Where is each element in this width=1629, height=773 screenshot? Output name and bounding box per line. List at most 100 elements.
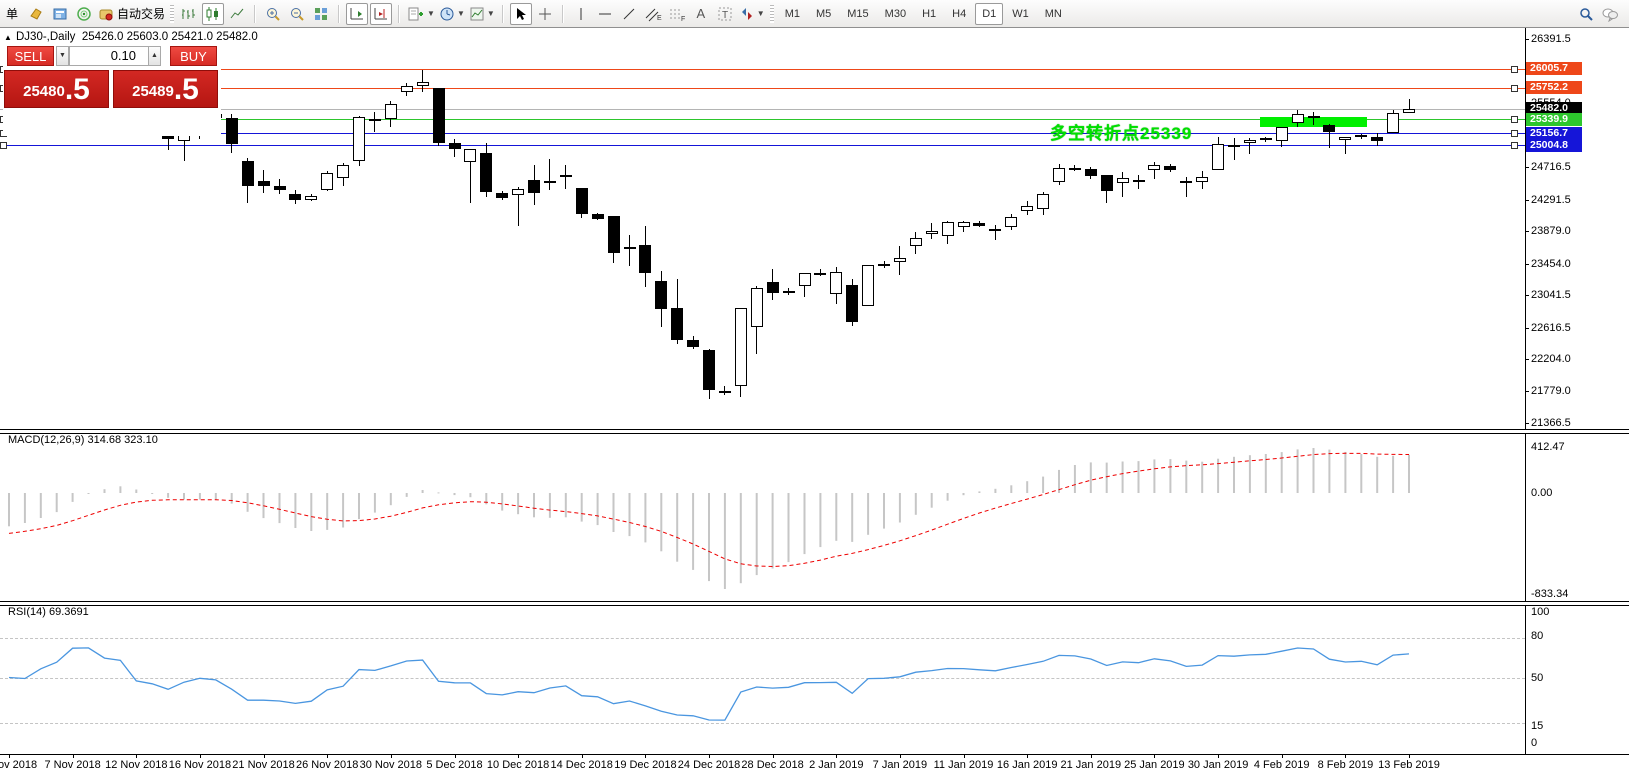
x-tick-mark (455, 754, 456, 758)
x-axis-label: 10 Dec 2018 (487, 759, 549, 771)
buy-price-box[interactable]: 25489.5 (113, 70, 218, 108)
templates-icon[interactable]: ▼ (468, 3, 496, 25)
x-axis-label: 28 Dec 2018 (741, 759, 803, 771)
horizontal-level-line[interactable] (0, 145, 1525, 146)
macd-plot (0, 432, 1525, 601)
macd-histogram-bar (1313, 448, 1315, 493)
macd-histogram-bar (978, 491, 980, 493)
pivot-annotation-text[interactable]: 多空转折点25339 (1050, 119, 1192, 144)
templates-dropdown-arrow[interactable]: ▼ (487, 9, 495, 18)
candle (639, 245, 651, 273)
zoom-in-icon[interactable] (262, 3, 284, 25)
macd-scale-bottom: -833.34 (1531, 588, 1601, 600)
periods-dropdown-arrow[interactable]: ▼ (457, 9, 465, 18)
horizontal-line-icon[interactable] (594, 3, 616, 25)
chart-line-icon[interactable] (226, 3, 248, 25)
collapse-panel-arrow[interactable]: ▲ (4, 33, 12, 42)
line-handle-right[interactable] (1511, 130, 1518, 137)
cursor-icon[interactable] (510, 3, 532, 25)
line-handle-left[interactable] (0, 142, 7, 149)
trendline-icon[interactable] (618, 3, 640, 25)
text-icon[interactable]: A (690, 3, 712, 25)
zoom-out-icon[interactable] (286, 3, 308, 25)
macd-histogram-bar (72, 493, 74, 502)
chat-icon[interactable] (1599, 3, 1621, 25)
arrows-dropdown-arrow[interactable]: ▼ (757, 9, 765, 18)
macd-histogram-bar (581, 493, 583, 522)
timeframe-button-h4[interactable]: H4 (945, 3, 973, 25)
candle (1276, 127, 1288, 141)
indicators-dropdown-arrow[interactable]: ▼ (427, 9, 435, 18)
chart-candles-icon[interactable] (202, 3, 224, 25)
sonar-strategy-icon[interactable] (73, 3, 95, 25)
timeframe-button-m15[interactable]: M15 (840, 3, 875, 25)
line-handle-right[interactable] (1511, 116, 1518, 123)
rsi-scale-100: 100 (1531, 606, 1601, 618)
line-handle-right[interactable] (1511, 66, 1518, 73)
macd-histogram-bar (1010, 485, 1012, 493)
candle (1228, 145, 1240, 147)
ohlc-open: 25426.0 (82, 31, 124, 43)
x-axis-label: 5 Dec 2018 (426, 759, 482, 771)
sell-button[interactable]: SELL (7, 46, 54, 66)
equidistant-channel-icon[interactable]: E (642, 3, 664, 25)
candle (226, 118, 238, 144)
candle (814, 273, 826, 275)
crosshair-icon[interactable] (534, 3, 556, 25)
one-click-trading-panel: SELL ▼ 0.10 ▲ BUY 25480.5 25489.5 (3, 44, 221, 136)
line-handle-right[interactable] (1511, 142, 1518, 149)
fibonacci-icon[interactable]: F (666, 3, 688, 25)
chart-bars-icon[interactable] (178, 3, 200, 25)
timeframe-button-h1[interactable]: H1 (915, 3, 943, 25)
auto-scroll-icon[interactable] (346, 3, 368, 25)
indicators-icon[interactable]: ▼ (406, 3, 436, 25)
macd-histogram-bar (692, 493, 694, 570)
horizontal-level-line[interactable] (0, 88, 1525, 89)
sell-price-box[interactable]: 25480.5 (4, 70, 109, 108)
text-label-icon[interactable]: T (714, 3, 736, 25)
y-axis-tick: 24716.5 (1531, 161, 1601, 173)
chart-shift-icon[interactable] (370, 3, 392, 25)
x-tick-mark (900, 754, 901, 758)
macd-histogram-bar (501, 493, 503, 511)
new-order-button[interactable]: 单 (1, 3, 23, 25)
tile-windows-icon[interactable] (310, 3, 332, 25)
vertical-line-icon[interactable] (570, 3, 592, 25)
x-tick-mark (1282, 754, 1283, 758)
chart-area[interactable]: ▲ DJ30-,Daily 25426.0 25603.0 25421.0 25… (0, 28, 1629, 773)
candle (735, 308, 747, 386)
symbol-period: DJ30-,Daily (16, 31, 75, 43)
buy-price-main: 25489 (132, 79, 174, 105)
macd-histogram-bar (358, 493, 360, 519)
timeframe-button-mn[interactable]: MN (1038, 3, 1069, 25)
timeframe-button-m5[interactable]: M5 (809, 3, 838, 25)
macd-histogram-bar (231, 493, 233, 504)
timeframe-button-m1[interactable]: M1 (778, 3, 807, 25)
horizontal-level-line[interactable] (0, 69, 1525, 70)
timeframe-button-d1[interactable]: D1 (975, 3, 1003, 25)
volume-up-button[interactable]: ▲ (148, 46, 161, 66)
search-icon[interactable] (1575, 3, 1597, 25)
buy-button[interactable]: BUY (170, 46, 217, 66)
macd-histogram-bar (1328, 450, 1330, 493)
autotrading-button[interactable]: 自动交易 (97, 3, 166, 25)
arrows-icon[interactable]: ▼ (738, 3, 766, 25)
macd-histogram-bar (24, 493, 26, 523)
new-order-icon[interactable] (25, 3, 47, 25)
x-axis-label: 26 Nov 2018 (296, 759, 358, 771)
periods-icon[interactable]: ▼ (438, 3, 466, 25)
x-tick-mark (1091, 754, 1092, 758)
volume-down-button[interactable]: ▼ (56, 46, 69, 66)
macd-histogram-bar (1376, 457, 1378, 493)
candle (767, 282, 779, 294)
volume-input[interactable]: 0.10 (69, 46, 149, 66)
x-tick-mark (709, 754, 710, 758)
market-watch-icon[interactable] (49, 3, 71, 25)
candle (1133, 180, 1145, 182)
line-handle-right[interactable] (1511, 85, 1518, 92)
timeframe-button-w1[interactable]: W1 (1005, 3, 1036, 25)
timeframe-button-m30[interactable]: M30 (878, 3, 913, 25)
x-axis-label: 8 Feb 2019 (1318, 759, 1374, 771)
macd-histogram-bar (724, 493, 726, 589)
y-axis-tick: 24291.5 (1531, 194, 1601, 206)
